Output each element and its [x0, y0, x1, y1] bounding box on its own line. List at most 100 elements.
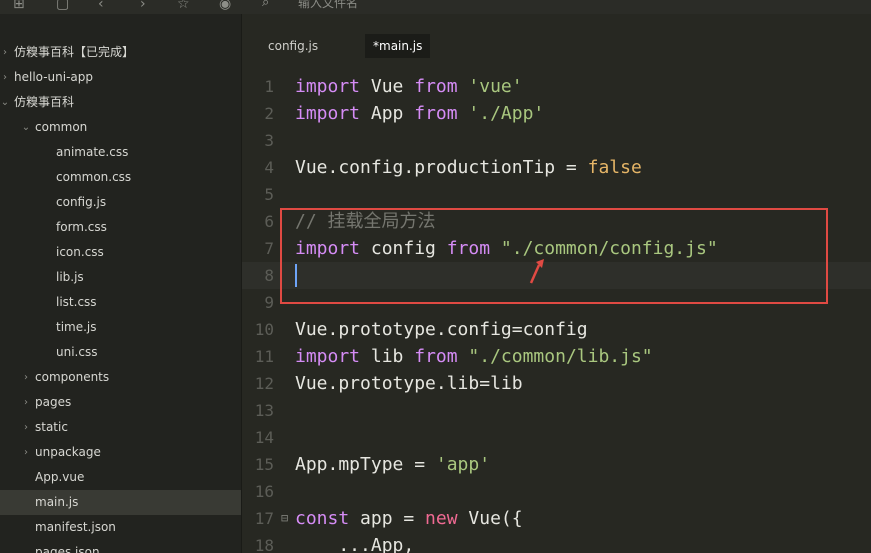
- line-number: 5: [264, 185, 274, 204]
- line-number: 13: [254, 401, 274, 420]
- sidebar-item-label: common.css: [56, 170, 132, 184]
- sidebar-item[interactable]: ⌄ 仿糗事百科: [0, 90, 241, 115]
- chevron-right-icon[interactable]: ›: [21, 440, 31, 465]
- sidebar-item[interactable]: uni.css: [0, 340, 241, 365]
- code-text: Vue.prototype.lib=lib: [295, 373, 523, 394]
- line-number: 11: [254, 347, 274, 366]
- sidebar-item[interactable]: › 仿糗事百科【已完成】: [0, 40, 241, 65]
- sidebar-item[interactable]: › hello-uni-app: [0, 65, 241, 90]
- code-text: const app = new Vue({: [295, 508, 523, 529]
- search-placeholder: 输入文件名: [298, 0, 359, 10]
- code-line[interactable]: 3: [242, 127, 871, 154]
- annotation-arrow-icon: [529, 259, 544, 284]
- sidebar-item-label: pages.json: [35, 545, 100, 553]
- line-number: 8: [264, 266, 274, 285]
- code-text: ...App,: [295, 535, 415, 553]
- editor-tab[interactable]: *main.js: [365, 34, 431, 58]
- sidebar-item-label: unpackage: [35, 445, 101, 459]
- search-icon: ⌕: [262, 0, 270, 10]
- back-icon[interactable]: ‹: [98, 0, 104, 14]
- sidebar-item-label: components: [35, 370, 110, 384]
- sidebar-item[interactable]: › components: [0, 365, 241, 390]
- sidebar-item[interactable]: › pages: [0, 390, 241, 415]
- sidebar-item-label: form.css: [56, 220, 107, 234]
- sidebar-item[interactable]: time.js: [0, 315, 241, 340]
- sidebar-item-label: manifest.json: [35, 520, 116, 534]
- sidebar-item[interactable]: icon.css: [0, 240, 241, 265]
- line-number: 15: [254, 455, 274, 474]
- code-text: import Vue from 'vue': [295, 76, 523, 97]
- sidebar-item-label: uni.css: [56, 345, 98, 359]
- line-number: 14: [254, 428, 274, 447]
- line-number: 10: [254, 320, 274, 339]
- code-line[interactable]: 15 App.mpType = 'app': [242, 451, 871, 478]
- sidebar-item-label: hello-uni-app: [14, 70, 94, 84]
- line-number: 12: [254, 374, 274, 393]
- sidebar-item[interactable]: App.vue: [0, 465, 241, 490]
- save-icon[interactable]: ▢: [56, 0, 69, 14]
- sidebar-item[interactable]: animate.css: [0, 140, 241, 165]
- line-number: 16: [254, 482, 274, 501]
- code-line[interactable]: 14: [242, 424, 871, 451]
- code-line[interactable]: 11 import lib from "./common/lib.js": [242, 343, 871, 370]
- sidebar-item[interactable]: manifest.json: [0, 515, 241, 540]
- new-file-icon[interactable]: ⊞: [13, 0, 25, 14]
- line-number: 7: [264, 239, 274, 258]
- chevron-down-icon[interactable]: ⌄: [0, 90, 10, 115]
- run-icon[interactable]: ◉: [219, 0, 231, 14]
- file-search-input[interactable]: ⌕ 输入文件名: [256, 0, 871, 13]
- code-line[interactable]: 17 ⊟ const app = new Vue({: [242, 505, 871, 532]
- sidebar-item-label: common: [35, 120, 88, 134]
- sidebar-item[interactable]: config.js: [0, 190, 241, 215]
- code-text: Vue.config.productionTip = false: [295, 157, 642, 178]
- code-line[interactable]: 16: [242, 478, 871, 505]
- sidebar-item[interactable]: lib.js: [0, 265, 241, 290]
- chevron-right-icon[interactable]: ›: [21, 365, 31, 390]
- code-line[interactable]: 13: [242, 397, 871, 424]
- line-number: 3: [264, 131, 274, 150]
- code-text: import App from './App': [295, 103, 545, 124]
- sidebar-item-label: main.js: [35, 495, 79, 509]
- sidebar-item[interactable]: ⌄ common: [0, 115, 241, 140]
- code-line[interactable]: 4 Vue.config.productionTip = false: [242, 154, 871, 181]
- sidebar-item[interactable]: main.js: [0, 490, 241, 515]
- editor-tab[interactable]: config.js: [260, 34, 326, 58]
- code-line[interactable]: 10 Vue.prototype.config=config: [242, 316, 871, 343]
- sidebar-item-label: pages: [35, 395, 72, 409]
- sidebar-item-label: animate.css: [56, 145, 129, 159]
- line-number: 9: [264, 293, 274, 312]
- star-icon[interactable]: ☆: [177, 0, 190, 14]
- line-number: 1: [264, 77, 274, 96]
- sidebar-item-label: list.css: [56, 295, 97, 309]
- sidebar-item-label: config.js: [56, 195, 107, 209]
- line-number: 2: [264, 104, 274, 123]
- sidebar-item[interactable]: form.css: [0, 215, 241, 240]
- code-line[interactable]: 1 import Vue from 'vue': [242, 73, 871, 100]
- sidebar-item-label: static: [35, 420, 68, 434]
- sidebar-item-label: App.vue: [35, 470, 85, 484]
- sidebar-item[interactable]: list.css: [0, 290, 241, 315]
- editor-tabs: config.js *main.js: [242, 34, 871, 58]
- code-line[interactable]: 18 ...App,: [242, 532, 871, 553]
- annotation-highlight-box: [280, 208, 828, 304]
- chevron-right-icon[interactable]: ›: [0, 40, 10, 65]
- code-line[interactable]: 12 Vue.prototype.lib=lib: [242, 370, 871, 397]
- sidebar-item[interactable]: common.css: [0, 165, 241, 190]
- code-line[interactable]: 2 import App from './App': [242, 100, 871, 127]
- sidebar-item[interactable]: › unpackage: [0, 440, 241, 465]
- chevron-down-icon[interactable]: ⌄: [21, 115, 31, 140]
- sidebar-item-label: lib.js: [56, 270, 84, 284]
- sidebar-item[interactable]: pages.json: [0, 540, 241, 553]
- forward-icon[interactable]: ›: [140, 0, 146, 14]
- line-number: 6: [264, 212, 274, 231]
- sidebar-item-label: 仿糗事百科: [14, 95, 75, 109]
- sidebar-item[interactable]: › static: [0, 415, 241, 440]
- line-number: 4: [264, 158, 274, 177]
- chevron-right-icon[interactable]: ›: [21, 415, 31, 440]
- chevron-right-icon[interactable]: ›: [0, 65, 10, 90]
- project-explorer: › 仿糗事百科【已完成】 › hello-uni-app ⌄ 仿糗事百科 ⌄ common an…: [0, 14, 242, 553]
- code-text: import lib from "./common/lib.js": [295, 346, 653, 367]
- chevron-right-icon[interactable]: ›: [21, 390, 31, 415]
- code-line[interactable]: 5: [242, 181, 871, 208]
- fold-toggle-icon[interactable]: ⊟: [281, 505, 288, 532]
